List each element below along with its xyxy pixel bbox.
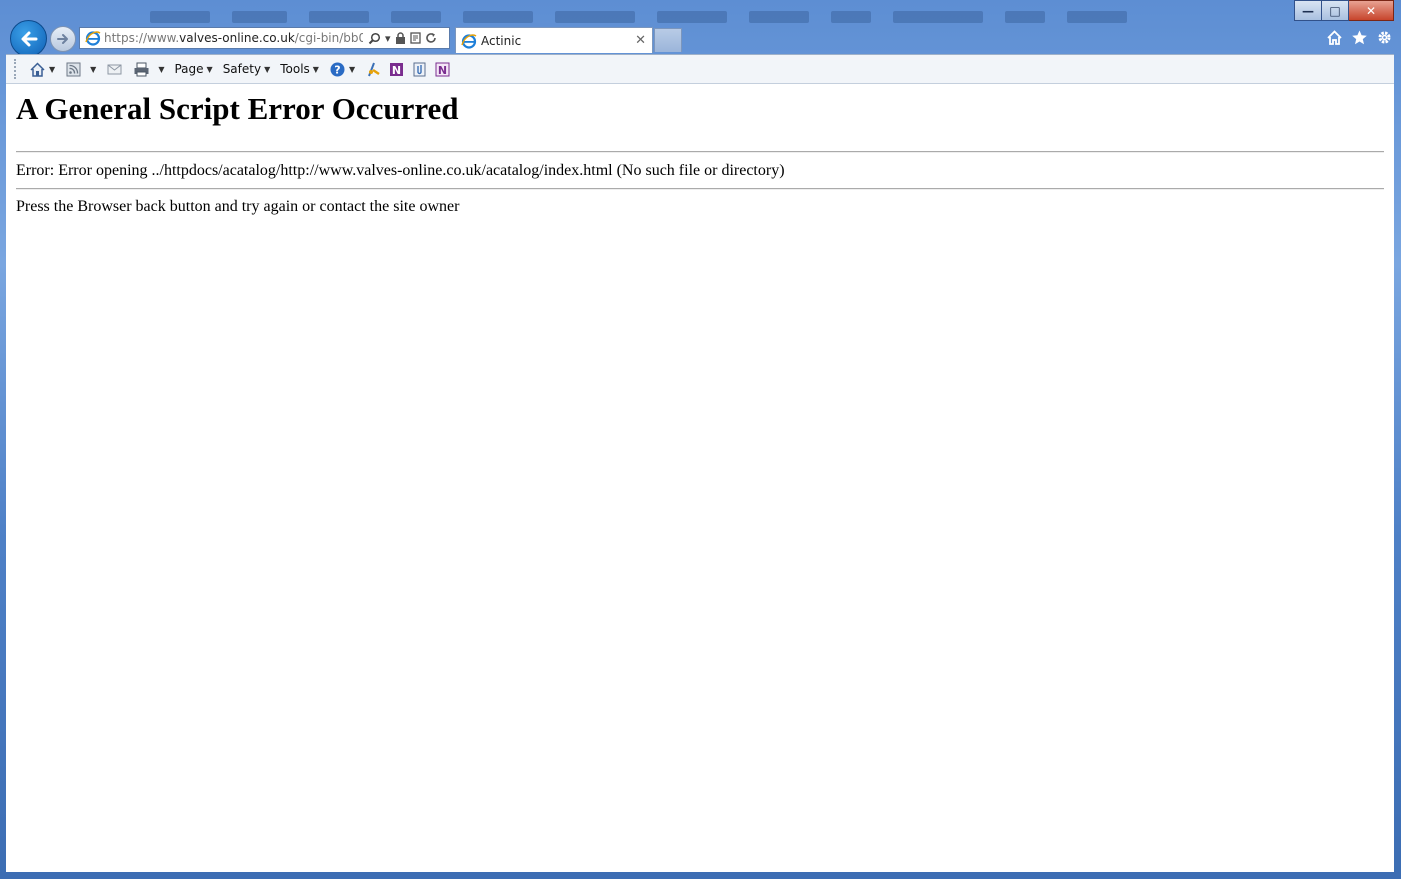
home-icon (30, 61, 45, 77)
onenote-button[interactable]: N (388, 61, 405, 78)
feeds-button[interactable]: ▼ (65, 61, 96, 78)
safety-menu-label: Safety (222, 62, 262, 76)
refresh-icon[interactable] (425, 32, 437, 44)
minimize-icon[interactable]: — (1294, 0, 1322, 21)
chevron-down-icon: ▼ (206, 64, 213, 74)
tab-actinic[interactable]: Actinic ✕ (455, 27, 653, 53)
close-tab-icon[interactable]: ✕ (635, 33, 646, 48)
svg-text:N: N (392, 64, 401, 77)
ie-logo-icon (85, 31, 101, 46)
close-icon[interactable]: ✕ (1349, 0, 1394, 21)
page-content: A General Script Error Occurred Error: E… (6, 84, 1394, 872)
divider (16, 151, 1384, 153)
divider (16, 188, 1384, 190)
background-taskbar (150, 8, 1280, 26)
address-controls: ▾ (368, 32, 437, 45)
chevron-down-icon[interactable]: ▼ (158, 65, 164, 74)
address-bar[interactable]: https://www.valves-online.co.uk/cgi-bin/… (79, 27, 450, 49)
chevron-down-icon: ▼ (264, 64, 271, 74)
help-button[interactable]: ? ▼ (329, 61, 355, 78)
chevron-down-icon[interactable]: ▼ (90, 65, 96, 74)
home-button[interactable]: ▼ (29, 61, 55, 78)
maximize-icon[interactable]: □ (1322, 0, 1349, 21)
home-icon[interactable] (1326, 29, 1343, 46)
rss-feed-icon (66, 62, 81, 76)
address-dropdown-icon[interactable]: ▾ (385, 32, 391, 45)
chevron-down-icon[interactable]: ▼ (349, 65, 355, 74)
compatibility-view-icon[interactable] (409, 32, 421, 44)
send-to-onenote-button[interactable]: N (434, 61, 451, 78)
lock-icon[interactable] (395, 32, 406, 44)
window-controls: — □ ✕ (1294, 0, 1394, 21)
page-menu[interactable]: Page ▼ (174, 62, 212, 76)
tools-menu-label: Tools (280, 62, 310, 76)
url-path: /cgi-bin/bb0000( (294, 31, 363, 45)
onenote-icon: N (390, 62, 404, 77)
onenote-send-icon: N (435, 62, 450, 77)
read-mail-button[interactable] (106, 61, 123, 78)
mail-icon (107, 64, 122, 74)
forward-button[interactable] (50, 26, 76, 52)
chevron-down-icon: ▼ (312, 64, 319, 74)
arrow-right-icon (57, 34, 68, 44)
research-icon (368, 62, 380, 76)
tools-menu[interactable]: Tools ▼ (280, 62, 319, 76)
safety-menu[interactable]: Safety ▼ (223, 62, 271, 76)
arrow-left-icon (21, 31, 37, 46)
address-url[interactable]: https://www.valves-online.co.uk/cgi-bin/… (104, 31, 363, 45)
browser-window: — □ ✕ https://www.valves-online.co.uk/cg… (0, 0, 1401, 879)
gear-icon[interactable] (1376, 29, 1393, 46)
search-icon[interactable] (368, 32, 381, 45)
paperclip-icon (413, 62, 426, 76)
instruction-message: Press the Browser back button and try ag… (16, 198, 460, 215)
chevron-down-icon[interactable]: ▼ (49, 65, 55, 74)
research-button[interactable] (365, 61, 382, 78)
page-title: A General Script Error Occurred (16, 91, 459, 126)
toolbar-grip[interactable] (14, 59, 19, 79)
page-menu-label: Page (174, 62, 204, 76)
favorites-star-icon[interactable] (1351, 29, 1368, 46)
url-scheme: https://www. (104, 31, 180, 45)
tab-title: Actinic (481, 33, 522, 48)
help-icon: ? (330, 62, 345, 76)
svg-text:N: N (438, 64, 447, 77)
clip-button[interactable] (411, 61, 428, 78)
back-button[interactable] (10, 20, 47, 57)
error-message: Error: Error opening ../httpdocs/acatalo… (16, 162, 785, 179)
command-bar: ▼ ▼ ▼ Page ▼ Safety ▼ Tools ▼ ? ▼ N N (6, 54, 1394, 84)
svg-text:?: ? (334, 63, 340, 76)
ie-logo-icon (461, 33, 477, 49)
print-button[interactable]: ▼ (133, 61, 164, 78)
url-domain: valves-online.co.uk (179, 31, 295, 45)
browser-right-icons (1326, 29, 1393, 46)
new-tab-button[interactable] (654, 28, 682, 52)
window-bottom-border (0, 872, 1401, 879)
printer-icon (134, 62, 149, 76)
